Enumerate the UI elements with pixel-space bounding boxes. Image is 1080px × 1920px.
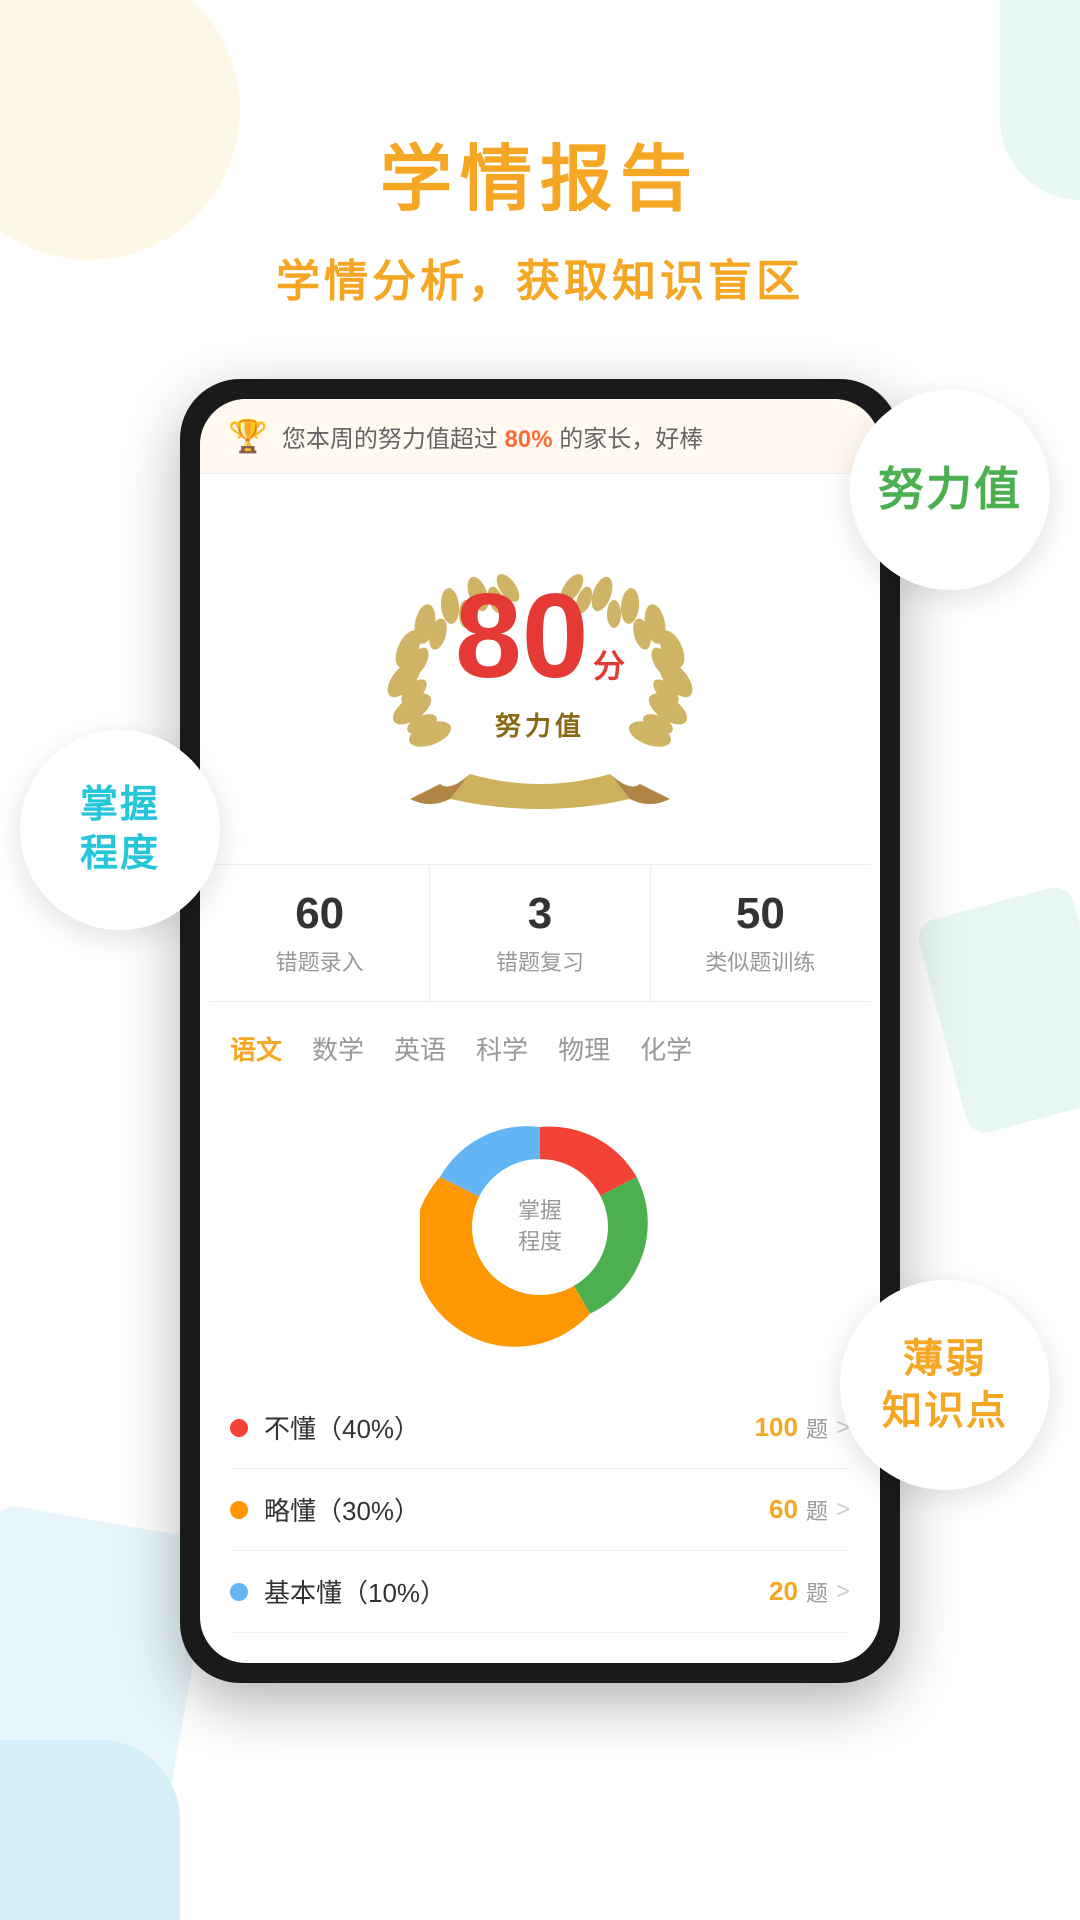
stat-number-similar: 50 [661, 889, 860, 939]
tab-chinese[interactable]: 语文 [230, 1030, 282, 1067]
legend-count-0: 100 [755, 1412, 798, 1443]
legend-arrow-1: > [836, 1496, 850, 1524]
stat-item-similar: 50 类似题训练 [651, 865, 870, 1001]
legend-dot-1 [230, 1501, 248, 1519]
stat-number-wrong-entry: 60 [220, 889, 419, 939]
tab-math[interactable]: 数学 [312, 1030, 364, 1067]
score-label: 努力值 [455, 706, 625, 743]
legend-item-0[interactable]: 不懂（40%） 100 题 > [230, 1387, 850, 1469]
badge-effort-text: 努力值 [878, 462, 1022, 517]
phone-mockup-container: 🏆 您本周的努力值超过 80% 的家长，好棒 [180, 379, 900, 1683]
stats-row: 60 错题录入 3 错题复习 50 类似题训练 [210, 864, 870, 1002]
badge-mastery: 掌握程度 [20, 730, 220, 930]
legend-unit-2: 题 [806, 1576, 828, 1608]
subject-tabs: 语文 数学 英语 科学 物理 化学 [200, 1002, 880, 1087]
chart-section: 掌握程度 [200, 1087, 880, 1387]
page-subtitle: 学情分析，获取知识盲区 [0, 245, 1080, 309]
laurel-container: 80 分 努力值 [370, 514, 710, 834]
donut-center-text: 掌握程度 [518, 1196, 562, 1258]
tab-chemistry[interactable]: 化学 [640, 1030, 692, 1067]
legend-count-2: 20 [769, 1576, 798, 1607]
legend-item-2[interactable]: 基本懂（10%） 20 题 > [230, 1551, 850, 1633]
stat-item-wrong-entry: 60 错题录入 [210, 865, 430, 1001]
phone-mockup: 🏆 您本周的努力值超过 80% 的家长，好棒 [180, 379, 900, 1683]
badge-mastery-text: 掌握程度 [80, 781, 160, 880]
badge-weak-text: 薄弱知识点 [882, 1333, 1008, 1437]
legend-label-2: 基本懂（10%） [264, 1573, 769, 1610]
legend-dot-0 [230, 1419, 248, 1437]
notification-text: 您本周的努力值超过 80% 的家长，好棒 [282, 419, 852, 454]
stat-item-wrong-review: 3 错题复习 [430, 865, 650, 1001]
donut-chart: 掌握程度 [420, 1107, 660, 1347]
score-number: 80 [455, 569, 588, 703]
tab-science[interactable]: 科学 [476, 1030, 528, 1067]
legend-item-1[interactable]: 略懂（30%） 60 题 > [230, 1469, 850, 1551]
stat-label-wrong-review: 错题复习 [440, 945, 639, 977]
legend-label-0: 不懂（40%） [264, 1409, 755, 1446]
legend-dot-2 [230, 1583, 248, 1601]
bg-decoration-bottomleft2 [0, 1740, 180, 1920]
notification-bar: 🏆 您本周的努力值超过 80% 的家长，好棒 [200, 399, 880, 474]
legend-arrow-2: > [836, 1578, 850, 1606]
stat-number-wrong-review: 3 [440, 889, 639, 939]
bg-decoration-rightmid [914, 883, 1080, 1137]
badge-weak: 薄弱知识点 [840, 1280, 1050, 1490]
legend-section: 不懂（40%） 100 题 > 略懂（30%） 60 题 > 基本懂（10%） … [200, 1387, 880, 1663]
stat-label-similar: 类似题训练 [661, 945, 860, 977]
notification-highlight: 80% [505, 426, 553, 453]
page-title: 学情报告 [0, 120, 1080, 225]
legend-label-1: 略懂（30%） [264, 1491, 769, 1528]
score-content: 80 分 努力值 [455, 576, 625, 743]
stat-label-wrong-entry: 错题录入 [220, 945, 419, 977]
legend-unit-1: 题 [806, 1494, 828, 1526]
legend-count-1: 60 [769, 1494, 798, 1525]
badge-effort: 努力值 [850, 390, 1050, 590]
tab-physics[interactable]: 物理 [558, 1030, 610, 1067]
score-unit: 分 [593, 648, 625, 684]
phone-screen: 🏆 您本周的努力值超过 80% 的家长，好棒 [200, 399, 880, 1663]
trophy-icon: 🏆 [228, 417, 268, 455]
legend-unit-0: 题 [806, 1412, 828, 1444]
header: 学情报告 学情分析，获取知识盲区 [0, 0, 1080, 339]
tab-english[interactable]: 英语 [394, 1030, 446, 1067]
score-section: 80 分 努力值 [200, 474, 880, 864]
